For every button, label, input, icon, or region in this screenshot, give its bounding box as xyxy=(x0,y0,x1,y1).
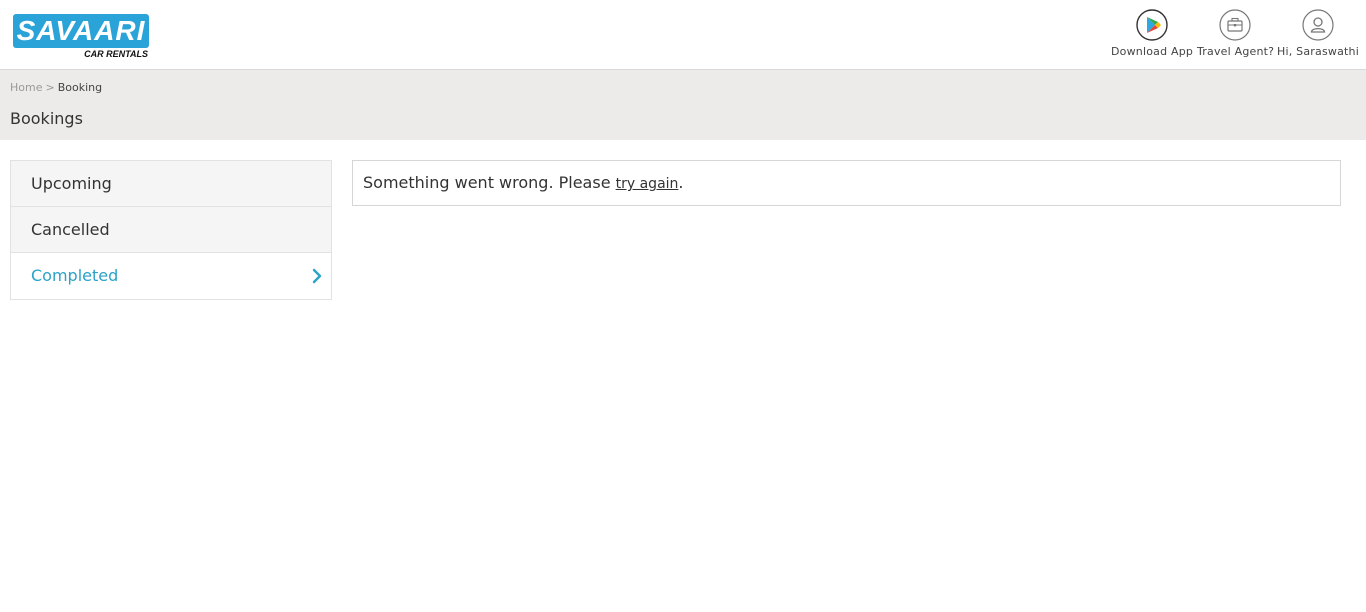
sidebar-item-upcoming[interactable]: Upcoming xyxy=(11,161,331,207)
site-header: SAVAARI CAR RENTALS Download App Travel … xyxy=(0,0,1366,70)
travel-agent-link[interactable]: Travel Agent? xyxy=(1197,9,1275,58)
sidebar-item-label: Upcoming xyxy=(31,174,112,193)
error-message-suffix: . xyxy=(678,173,684,192)
play-store-icon xyxy=(1136,9,1168,41)
error-message-text: Something went wrong. Please xyxy=(363,173,616,192)
travel-agent-label: Travel Agent? xyxy=(1197,45,1275,58)
briefcase-icon xyxy=(1219,9,1251,41)
chevron-right-icon xyxy=(312,268,322,284)
breadcrumb-home-link[interactable]: Home xyxy=(10,81,42,94)
logo-tagline: CAR RENTALS xyxy=(84,49,148,59)
breadcrumb-separator: > xyxy=(45,81,55,94)
savaari-logo[interactable]: SAVAARI CAR RENTALS xyxy=(13,14,150,60)
breadcrumb-band: Home > Booking Bookings xyxy=(0,70,1366,140)
page-title: Bookings xyxy=(10,109,83,128)
sidebar-item-cancelled[interactable]: Cancelled xyxy=(11,207,331,253)
download-app-link[interactable]: Download App xyxy=(1111,9,1193,58)
sidebar-item-label: Cancelled xyxy=(31,220,110,239)
bookings-sidebar: Upcoming Cancelled Completed xyxy=(10,160,332,300)
user-account-menu[interactable]: Hi, Saraswathi xyxy=(1277,9,1359,58)
error-message-panel: Something went wrong. Please try again. xyxy=(352,160,1341,206)
user-greeting: Hi, Saraswathi xyxy=(1277,45,1359,58)
user-icon xyxy=(1302,9,1334,41)
breadcrumb: Home > Booking xyxy=(10,81,102,94)
sidebar-item-completed[interactable]: Completed xyxy=(11,253,331,299)
sidebar-item-label: Completed xyxy=(31,266,119,285)
breadcrumb-current: Booking xyxy=(57,81,103,94)
try-again-link[interactable]: try again xyxy=(616,176,679,192)
download-app-label: Download App xyxy=(1111,45,1194,58)
logo-wordmark: SAVAARI xyxy=(16,15,146,46)
